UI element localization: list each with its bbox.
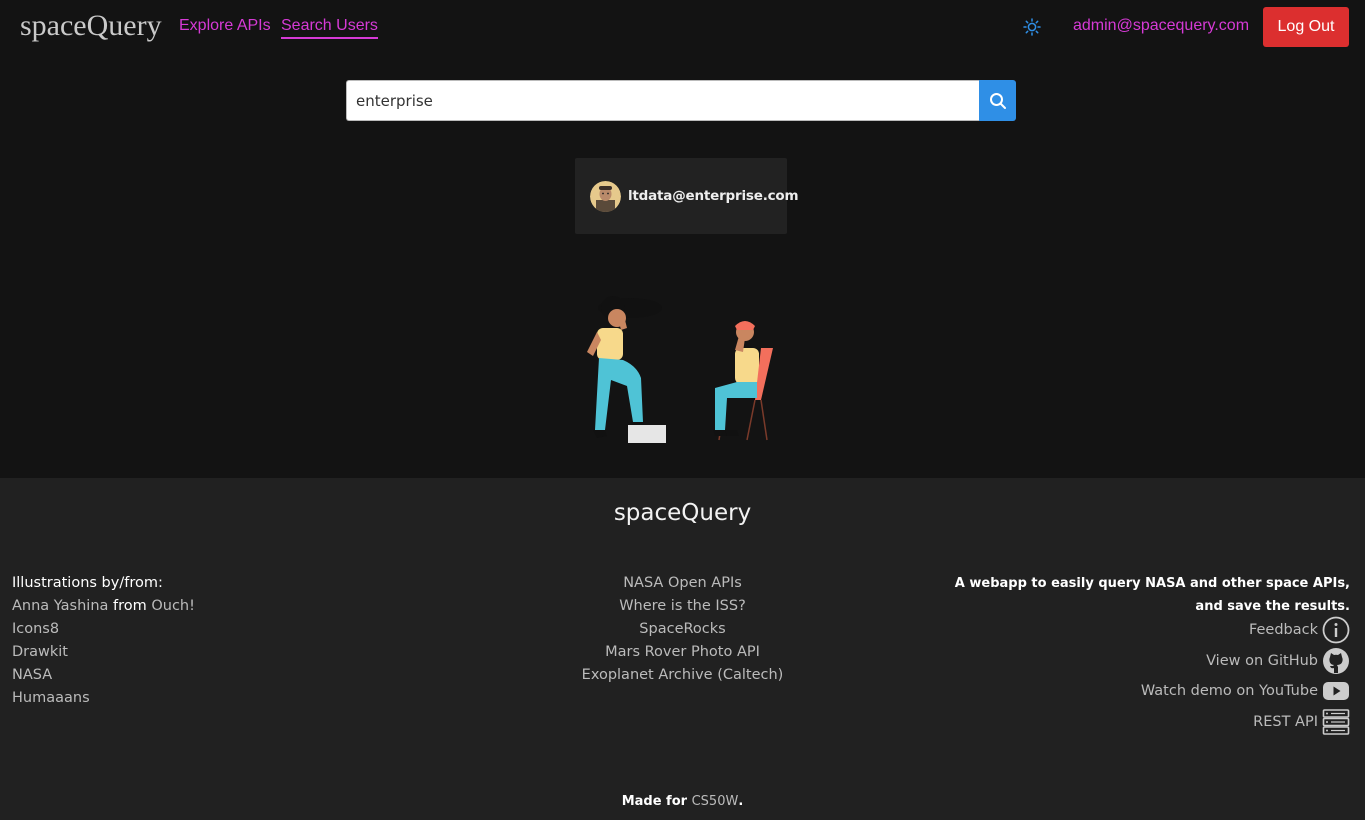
site-footer: spaceQuery Illustrations by/from: Anna Y… bbox=[0, 478, 1365, 820]
github-link[interactable]: View on GitHub bbox=[1141, 646, 1350, 677]
info-icon bbox=[1322, 616, 1350, 644]
search-input[interactable] bbox=[346, 80, 979, 121]
about-text: A webapp to easily query NASA and other … bbox=[954, 576, 1350, 614]
theme-toggle-sun-icon[interactable] bbox=[1023, 18, 1041, 36]
cs50w-link[interactable]: CS50W bbox=[692, 794, 739, 809]
brand-logo-link[interactable]: spaceQuery bbox=[20, 9, 162, 43]
made-for-suffix: . bbox=[738, 794, 744, 809]
nav-search-users[interactable]: Search Users bbox=[281, 17, 378, 39]
rest-api-link[interactable]: REST API bbox=[1141, 707, 1350, 738]
nav-explore-apis[interactable]: Explore APIs bbox=[179, 17, 271, 35]
top-navbar: spaceQuery Explore APIs Search Users adm… bbox=[0, 0, 1365, 56]
credit-humaaans-link[interactable]: Humaaans bbox=[12, 690, 90, 706]
server-icon bbox=[1322, 708, 1350, 735]
youtube-link[interactable]: Watch demo on YouTube bbox=[1141, 676, 1350, 707]
youtube-icon bbox=[1323, 682, 1349, 701]
feedback-link[interactable]: Feedback bbox=[1141, 615, 1350, 646]
search-button[interactable] bbox=[979, 80, 1016, 121]
footer-title: spaceQuery bbox=[613, 500, 752, 526]
user-result-card[interactable]: ltdata@enterprise.com bbox=[575, 158, 799, 234]
made-for-prefix: Made for bbox=[621, 794, 688, 809]
user-search-bar bbox=[346, 80, 1016, 121]
feedback-label: Feedback bbox=[1248, 622, 1318, 639]
youtube-label: Watch demo on YouTube bbox=[1140, 683, 1318, 700]
result-email: ltdata@enterprise.com bbox=[628, 188, 799, 204]
rest-api-label: REST API bbox=[1253, 713, 1318, 730]
made-for-text: Made for CS50W. bbox=[0, 794, 1365, 809]
logout-button[interactable]: Log Out bbox=[1263, 7, 1349, 47]
user-email-link[interactable]: admin@spacequery.com bbox=[1073, 17, 1249, 35]
github-label: View on GitHub bbox=[1206, 652, 1318, 669]
search-icon bbox=[989, 92, 1006, 109]
search-illustration bbox=[575, 290, 785, 450]
project-links: Feedback View on GitHub Watch demo on Yo… bbox=[1141, 615, 1350, 737]
github-icon bbox=[1323, 647, 1349, 674]
avatar bbox=[590, 180, 621, 212]
